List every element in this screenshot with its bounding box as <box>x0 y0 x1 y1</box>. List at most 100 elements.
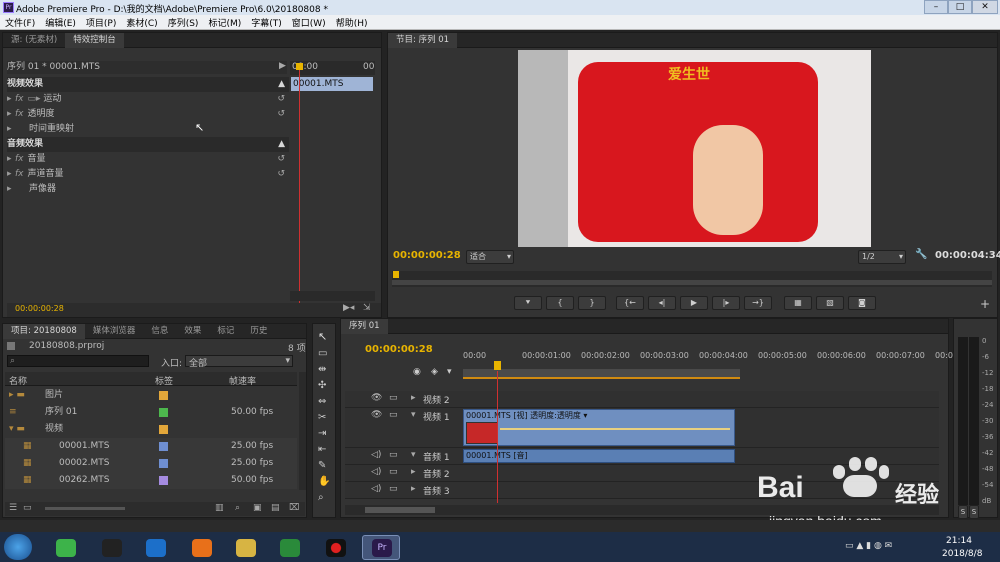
toggle-track-audio-icon[interactable]: ◁) <box>371 467 381 477</box>
clock-time[interactable]: 21:14 <box>946 536 972 546</box>
project-row[interactable]: ▦ 00001.MTS 25.00 fps <box>5 438 297 455</box>
zoom-tool-icon[interactable]: ⌕ <box>318 492 324 503</box>
column-fps[interactable]: 帧速率 <box>229 374 256 387</box>
extract-button[interactable]: ▧ <box>816 296 844 310</box>
effect-row-volume[interactable]: ▸ fx 音量 ↺ <box>7 152 289 167</box>
timeline-ruler[interactable]: 00:00 00:00:01:00 00:00:02:00 00:00:03:00 00… <box>463 349 966 365</box>
timeline-playhead-head[interactable] <box>494 361 501 370</box>
zoom-slider[interactable] <box>45 507 125 510</box>
track-lock-icon[interactable]: ▭ <box>389 393 398 403</box>
reset-icon[interactable]: ↺ <box>277 152 289 167</box>
menu-project[interactable]: 项目(P) <box>81 15 121 30</box>
expand-track-icon[interactable]: ▾ <box>411 450 416 460</box>
taskbar-app-qq-icon[interactable] <box>92 535 130 560</box>
column-name[interactable]: 名称 <box>9 374 27 387</box>
go-to-in-button[interactable]: {← <box>616 296 644 310</box>
play-audio-icon[interactable]: ▶◂ <box>343 303 354 313</box>
clock-date[interactable]: 2018/8/8 <box>942 549 982 559</box>
effect-row-motion[interactable]: ▸ fx ▭▸ 运动 ↺ <box>7 92 289 107</box>
taskbar-app-browser-icon[interactable] <box>136 535 174 560</box>
audio-clip[interactable]: 00001.MTS [音] <box>463 449 735 463</box>
automate-icon[interactable]: ▥ <box>215 503 224 513</box>
taskbar-app-pr-icon[interactable]: Pr <box>362 535 400 560</box>
go-to-out-button[interactable]: →} <box>744 296 772 310</box>
horizontal-scrollbar[interactable] <box>290 291 375 301</box>
tab-source[interactable]: 源: (无素材) <box>3 33 65 48</box>
selection-tool-icon[interactable]: ↖ <box>318 330 327 343</box>
hand-tool-icon[interactable]: ✋ <box>318 476 330 487</box>
timeline-timecode[interactable]: 00:00:00:28 <box>365 344 433 355</box>
taskbar-app-360-icon[interactable] <box>46 535 84 560</box>
track-lock-icon[interactable]: ▭ <box>389 484 398 494</box>
resolution-dropdown[interactable]: 1/2 ▾ <box>858 250 906 264</box>
program-playhead[interactable] <box>393 271 399 278</box>
fit-dropdown[interactable]: 适合 ▾ <box>466 250 514 264</box>
expand-track-icon[interactable]: ▸ <box>411 484 416 494</box>
track-select-tool-icon[interactable]: ▭ <box>318 348 327 359</box>
tab-effects[interactable]: 效果 <box>176 324 209 339</box>
toggle-track-output-icon[interactable]: 👁 <box>371 393 382 403</box>
step-forward-button[interactable]: |▸ <box>712 296 740 310</box>
snap-icon[interactable]: ◉ <box>413 367 421 377</box>
reset-icon[interactable]: ↺ <box>277 167 289 182</box>
expand-track-icon[interactable]: ▸ <box>411 467 416 477</box>
project-scrollbar[interactable] <box>299 372 306 490</box>
menu-help[interactable]: 帮助(H) <box>331 15 373 30</box>
toggle-track-audio-icon[interactable]: ◁) <box>371 450 381 460</box>
track-lock-icon[interactable]: ▭ <box>389 450 398 460</box>
play-button[interactable]: ▶ <box>680 296 708 310</box>
label-color-swatch[interactable] <box>159 408 168 417</box>
effect-row-panner[interactable]: ▸ 声像器 <box>7 182 289 197</box>
column-label[interactable]: 标签 <box>155 374 173 387</box>
tab-sequence-01[interactable]: 序列 01 <box>341 319 388 334</box>
track-lock-icon[interactable]: ▭ <box>389 410 398 420</box>
effect-controls-timecode[interactable]: 00:00:00:28 <box>15 304 64 313</box>
video-clip[interactable]: 00001.MTS [视] 透明度:透明度 ▾ <box>463 409 735 446</box>
reset-icon[interactable]: ↺ <box>277 92 289 107</box>
menu-edit[interactable]: 编辑(E) <box>40 15 81 30</box>
add-marker-button[interactable]: ⯆ <box>514 296 542 310</box>
pen-tool-icon[interactable]: ✎ <box>318 460 326 471</box>
tab-info[interactable]: 信息 <box>143 324 176 339</box>
new-bin-icon[interactable]: ▣ <box>253 503 262 513</box>
taskbar-app-firefox-icon[interactable] <box>182 535 220 560</box>
label-color-swatch[interactable] <box>159 459 168 468</box>
work-area-bar[interactable] <box>463 369 740 379</box>
project-row[interactable]: ▾ ▬ 视频 <box>5 421 297 438</box>
tab-markers[interactable]: 标记 <box>209 324 242 339</box>
project-row[interactable]: ▸ ▬ 图片 <box>5 387 297 404</box>
effect-row-time-remap[interactable]: ▸ 时间重映射 <box>7 122 289 137</box>
opacity-rubber-band[interactable] <box>500 428 730 430</box>
project-row[interactable]: ▦ 00002.MTS 25.00 fps <box>5 455 297 472</box>
taskbar-app-recorder-icon[interactable] <box>316 535 354 560</box>
tab-program[interactable]: 节目: 序列 01 <box>388 33 458 48</box>
icon-view-icon[interactable]: ▭ <box>23 503 32 513</box>
mark-in-button[interactable]: { <box>546 296 574 310</box>
slide-tool-icon[interactable]: ⇤ <box>318 444 326 455</box>
find-icon[interactable]: ⌕ <box>235 503 240 513</box>
program-video-frame[interactable]: 爱生世 <box>518 50 871 247</box>
effect-row-channel-volume[interactable]: ▸ fx 声道音量 ↺ <box>7 167 289 182</box>
lift-button[interactable]: ▦ <box>784 296 812 310</box>
reset-icon[interactable]: ↺ <box>277 107 289 122</box>
wrench-icon[interactable]: 🔧 <box>915 249 927 260</box>
start-button[interactable] <box>4 534 32 560</box>
maximize-button[interactable]: □ <box>948 0 972 14</box>
close-button[interactable]: ✕ <box>972 0 998 14</box>
tray-icons[interactable]: ▭ ▲ ▮ ◍ ✉ <box>845 541 892 551</box>
step-back-button[interactable]: ◂| <box>648 296 676 310</box>
trash-icon[interactable]: ⌧ <box>289 503 299 513</box>
tab-media-browser[interactable]: 媒体浏览器 <box>85 324 144 339</box>
taskbar-app-explorer-icon[interactable] <box>226 535 264 560</box>
mark-out-button[interactable]: } <box>578 296 606 310</box>
sequence-marker-icon[interactable]: ▾ <box>447 367 452 377</box>
label-color-swatch[interactable] <box>159 391 168 400</box>
export-icon[interactable]: ⇲ <box>363 303 371 313</box>
menu-clip[interactable]: 素材(C) <box>121 15 162 30</box>
ripple-edit-tool-icon[interactable]: ⇹ <box>318 364 326 375</box>
timeline-track[interactable]: 👁 ▭ ▾ 视频 1 00001.MTS [视] 透明度:透明度 ▾ <box>345 408 939 448</box>
slip-tool-icon[interactable]: ⇥ <box>318 428 326 439</box>
tab-project[interactable]: 项目: 20180808 <box>3 324 85 339</box>
minimize-button[interactable]: – <box>924 0 948 14</box>
menu-marker[interactable]: 标记(M) <box>203 15 246 30</box>
